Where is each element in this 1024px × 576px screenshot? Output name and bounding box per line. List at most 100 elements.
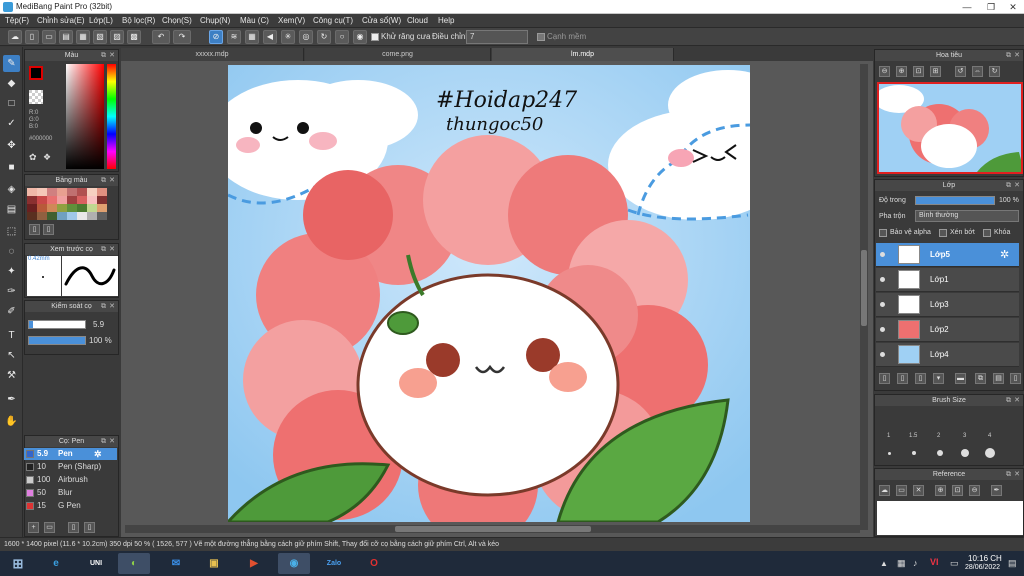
layer-opacity-slider[interactable] [915, 196, 995, 205]
taskbar-app-explorer[interactable]: ▣ [198, 553, 230, 574]
lock-checkbox[interactable] [983, 229, 991, 237]
layer-row-lop1[interactable]: Lớp1 [876, 268, 1019, 292]
maximize-button[interactable]: ❐ [980, 0, 1002, 14]
target-icon[interactable]: ◉ [353, 30, 367, 44]
horizontal-scrollbar[interactable] [125, 525, 860, 533]
clipping-checkbox[interactable] [939, 229, 947, 237]
brush-delete-icon[interactable]: ▯ [84, 522, 95, 533]
move-tool-icon[interactable]: ✥ [3, 137, 20, 154]
layer-row-lop4[interactable]: Lớp4 [876, 343, 1019, 367]
rotate-right-icon[interactable]: ↻ [989, 66, 1000, 77]
zoom-in-icon[interactable]: ⊕ [896, 66, 907, 77]
operation-tool-icon[interactable]: ↖ [3, 347, 20, 364]
menu-cloud[interactable]: Cloud [407, 16, 428, 25]
brush-size-dot[interactable] [961, 449, 969, 457]
eraser-tool-icon[interactable]: ◆ [3, 75, 20, 92]
panel-close-icon[interactable]: ✕ [109, 175, 115, 186]
close-button[interactable]: ✕ [1002, 0, 1024, 14]
menu-file[interactable]: Tệp(F) [5, 16, 29, 25]
tab-lm[interactable]: lm.mdp [492, 48, 674, 61]
shape-tool-icon[interactable]: ■ [3, 159, 20, 176]
menu-color[interactable]: Màu (C) [240, 16, 269, 25]
tray-network-icon[interactable]: ▦ [897, 558, 906, 569]
actual-size-icon[interactable]: ⊞ [930, 66, 941, 77]
menu-layer[interactable]: Lớp(L) [89, 16, 113, 25]
menu-capture[interactable]: Chụp(N) [200, 16, 230, 25]
panel-close-icon[interactable]: ✕ [1014, 395, 1020, 406]
reference-zoom-out-icon[interactable]: ⊖ [969, 485, 980, 496]
hue-slider[interactable] [107, 64, 116, 169]
text-tool-icon[interactable]: T [3, 327, 20, 344]
brush-copy-icon[interactable]: ▯ [68, 522, 79, 533]
concentric-icon[interactable]: ◎ [299, 30, 313, 44]
brush-tool-icon[interactable]: ✎ [3, 55, 20, 72]
reference-zoom-in-icon[interactable]: ⊕ [935, 485, 946, 496]
notification-icon[interactable]: ▤ [1008, 558, 1017, 569]
new-layer-icon[interactable]: ▯ [879, 373, 890, 384]
panel-close-icon[interactable]: ✕ [1014, 50, 1020, 61]
brush-size-slider[interactable] [28, 320, 86, 329]
dot-tool-icon[interactable]: □ [3, 95, 20, 112]
layer-duplicate-icon[interactable]: ⧉ [975, 373, 986, 384]
radial-icon[interactable]: ✳ [281, 30, 295, 44]
windows-start-icon[interactable]: ⊞ [2, 553, 34, 574]
zoom-out-icon[interactable]: ⊖ [879, 66, 890, 77]
layer-add-menu-icon[interactable]: ▾ [933, 373, 944, 384]
layer-visibility-eye-icon[interactable] [880, 302, 885, 307]
taskbar-app-ie[interactable]: e [40, 553, 72, 574]
tab-come[interactable]: come.png [305, 48, 491, 61]
layer-delete-icon[interactable]: ▯ [1010, 373, 1021, 384]
layer-settings-gear-icon[interactable]: ✲ [1000, 248, 1009, 261]
grid-icon[interactable]: ▨ [110, 30, 124, 44]
snap-checkbox[interactable] [537, 33, 545, 41]
vertical-scrollbar[interactable] [860, 64, 868, 530]
brush-folder-icon[interactable]: ▭ [44, 522, 55, 533]
divide-tool-icon[interactable]: ⚒ [3, 367, 20, 384]
primary-color-swatch[interactable] [29, 66, 43, 80]
secondary-color-swatch[interactable] [29, 90, 43, 104]
brush-size-dot[interactable] [985, 448, 995, 458]
layer-row-lop5[interactable]: Lớp5 ✲ [876, 243, 1019, 267]
antialias-checkbox[interactable] [371, 33, 379, 41]
redo-icon[interactable]: ↷ [173, 30, 191, 44]
reference-fit-icon[interactable]: ⊡ [952, 485, 963, 496]
artwork-canvas[interactable]: #Hoidap247 thungoc50 [228, 65, 750, 522]
layer-merge-icon[interactable]: ▤ [993, 373, 1004, 384]
tray-battery-icon[interactable]: ▭ [950, 558, 959, 569]
brush-add-icon[interactable]: + [28, 522, 39, 533]
taskbar-app-unikey[interactable]: UNI [80, 553, 112, 574]
brush-opacity-slider[interactable] [28, 336, 86, 345]
panel-float-icon[interactable]: ⧉ [101, 301, 106, 312]
panel-float-icon[interactable]: ⧉ [101, 244, 106, 255]
panel-float-icon[interactable]: ⧉ [101, 175, 106, 186]
hand-tool-icon[interactable]: ✋ [3, 413, 20, 430]
brush-item-pen[interactable]: 5.9 Pen ✲ [24, 448, 117, 460]
brush-item-g-pen[interactable]: 15 G Pen [24, 500, 117, 512]
export-icon[interactable]: ▧ [93, 30, 107, 44]
layer-visibility-eye-icon[interactable] [880, 352, 885, 357]
brush-item-airbrush[interactable]: 100 Airbrush [24, 474, 117, 486]
clock-date[interactable]: 28/06/2022 [965, 564, 1000, 571]
tray-arrow-icon[interactable]: ▲ [880, 559, 888, 568]
minimize-button[interactable]: — [956, 0, 978, 14]
new-layer-1bit-icon[interactable]: ▯ [915, 373, 926, 384]
brush-size-option[interactable]: 3 [963, 433, 966, 439]
parallel-ruler-icon[interactable]: ≋ [227, 30, 241, 44]
panel-float-icon[interactable]: ⧉ [1006, 50, 1011, 61]
layer-visibility-eye-icon[interactable] [880, 327, 885, 332]
brush-size-dot[interactable] [912, 451, 916, 455]
curve-icon[interactable]: ↻ [317, 30, 331, 44]
panel-float-icon[interactable]: ⧉ [101, 50, 106, 61]
rotate-left-icon[interactable]: ↺ [955, 66, 966, 77]
panel-float-icon[interactable]: ⧉ [1006, 395, 1011, 406]
panel-close-icon[interactable]: ✕ [109, 50, 115, 61]
panel-close-icon[interactable]: ✕ [1014, 469, 1020, 480]
pen-tool-icon[interactable]: ✓ [3, 115, 20, 132]
panel-float-icon[interactable]: ⧉ [1006, 469, 1011, 480]
brush-settings-gear-icon[interactable]: ✲ [94, 448, 102, 460]
layer-visibility-eye-icon[interactable] [880, 277, 885, 282]
reference-open-icon[interactable]: ▭ [896, 485, 907, 496]
swap-color-icon[interactable]: ❖ [43, 152, 51, 163]
brush-size-option[interactable]: 4 [988, 433, 991, 439]
palette-delete-icon[interactable]: ▯ [43, 224, 54, 235]
